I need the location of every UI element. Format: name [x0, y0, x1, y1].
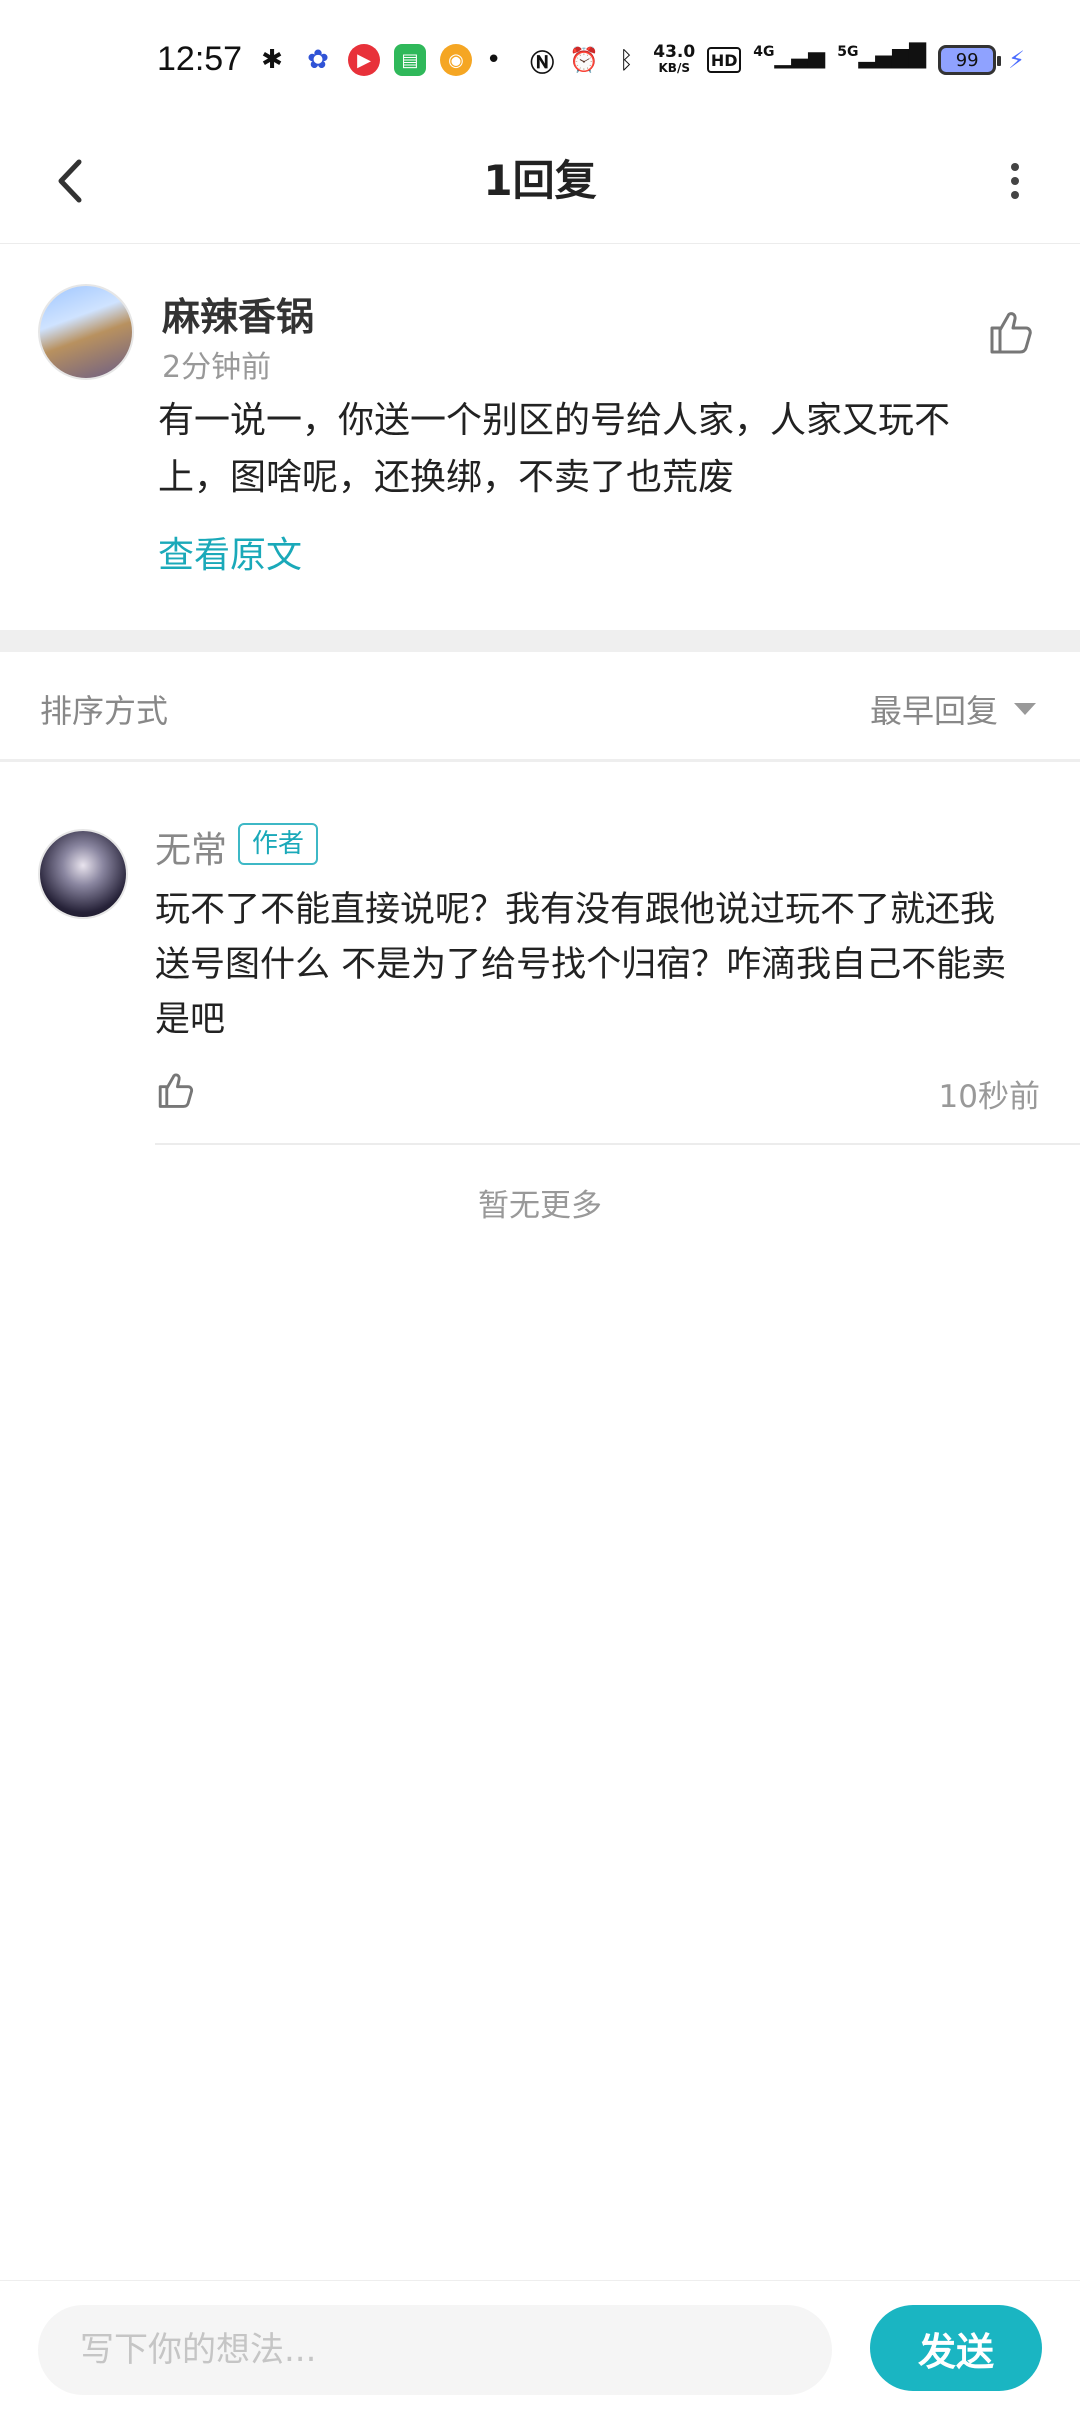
status-bar: 12:57 ✱ ✿ ▶ ▤ ◉ • Ⓝ ⏰ ᛒ 43.0 KB/S HD 4G ▁… — [0, 0, 1080, 126]
reply-time: 10秒前 — [938, 1079, 1040, 1115]
signal-5g-icon: 5G ▂▄▆█ — [837, 44, 927, 69]
avatar[interactable] — [38, 829, 128, 919]
status-app-icons: ✱ ✿ ▶ ▤ ◉ • — [256, 44, 501, 76]
author-badge: 作者 — [238, 823, 319, 865]
alarm-icon: ⏰ — [569, 46, 600, 74]
more-notifications-icon: • — [486, 45, 502, 75]
comment-composer: 发送 — [0, 2280, 1080, 2412]
section-divider — [0, 630, 1080, 652]
like-button[interactable] — [152, 1067, 198, 1113]
more-options-button[interactable] — [980, 146, 1050, 216]
bluetooth-icon: ᛒ — [619, 46, 634, 74]
thumbs-up-icon — [990, 312, 1032, 354]
send-button[interactable]: 发送 — [870, 2305, 1042, 2391]
signal-4g-icon: 4G ▁▃▅ — [753, 44, 826, 69]
message-icon: ▤ — [394, 44, 426, 76]
more-vertical-icon — [1011, 163, 1019, 199]
weibo-icon: ◉ — [440, 44, 472, 76]
baidu-icon: ✿ — [302, 44, 334, 76]
status-time: 12:57 — [157, 40, 243, 78]
avatar[interactable] — [38, 284, 134, 380]
reply-item: 无常 作者 玩不了不能直接说呢？我有没有跟他说过玩不了就还我 送号图什么 不是为… — [0, 765, 1080, 1145]
network-speed: 43.0 KB/S — [653, 42, 696, 76]
top-nav-bar: 1回复 — [0, 126, 1080, 244]
sort-dropdown[interactable]: 最早回复 — [870, 686, 1036, 732]
wechat-icon: ✱ — [256, 44, 288, 76]
caret-down-icon — [1014, 703, 1036, 715]
hd-icon: HD — [707, 47, 742, 73]
sort-label: 排序方式 — [40, 692, 169, 730]
original-comment-time: 2分钟前 — [162, 350, 272, 385]
original-comment-text: 有一说一，你送一个别区的号给人家，人家又玩不上，图啥呢，还换绑，不卖了也荒废 — [158, 400, 951, 498]
status-indicators: Ⓝ ⏰ ᛒ 43.0 KB/S HD 4G ▁▃▅ 5G ▂▄▆█ 99 ⚡ — [527, 42, 1025, 77]
reply-text[interactable]: 玩不了不能直接说呢？我有没有跟他说过玩不了就还我 送号图什么 不是为了给号找个归… — [155, 883, 1035, 1048]
thumbs-up-icon — [158, 1073, 194, 1108]
sort-value: 最早回复 — [869, 692, 998, 730]
battery-level: 99 — [955, 49, 979, 71]
reply-author[interactable]: 无常 — [155, 821, 227, 873]
original-comment-author[interactable]: 麻辣香锅 — [162, 286, 314, 341]
divider — [155, 1143, 1080, 1145]
sort-bar: 排序方式 最早回复 — [0, 652, 1080, 762]
charging-icon: ⚡ — [1008, 46, 1025, 74]
original-comment: 麻辣香锅 2分钟前 有一说一，你送一个别区的号给人家，人家又玩不上，图啥呢，还换… — [0, 244, 1080, 630]
video-icon: ▶ — [348, 44, 380, 76]
view-original-link[interactable]: 查看原文 — [158, 526, 302, 578]
battery-icon: 99 — [938, 45, 1002, 75]
page-title: 1回复 — [483, 156, 597, 205]
like-button[interactable] — [982, 304, 1038, 360]
comment-input[interactable] — [38, 2305, 832, 2395]
no-more-text: 暂无更多 — [478, 1188, 602, 1224]
nfc-icon: Ⓝ — [530, 48, 555, 77]
